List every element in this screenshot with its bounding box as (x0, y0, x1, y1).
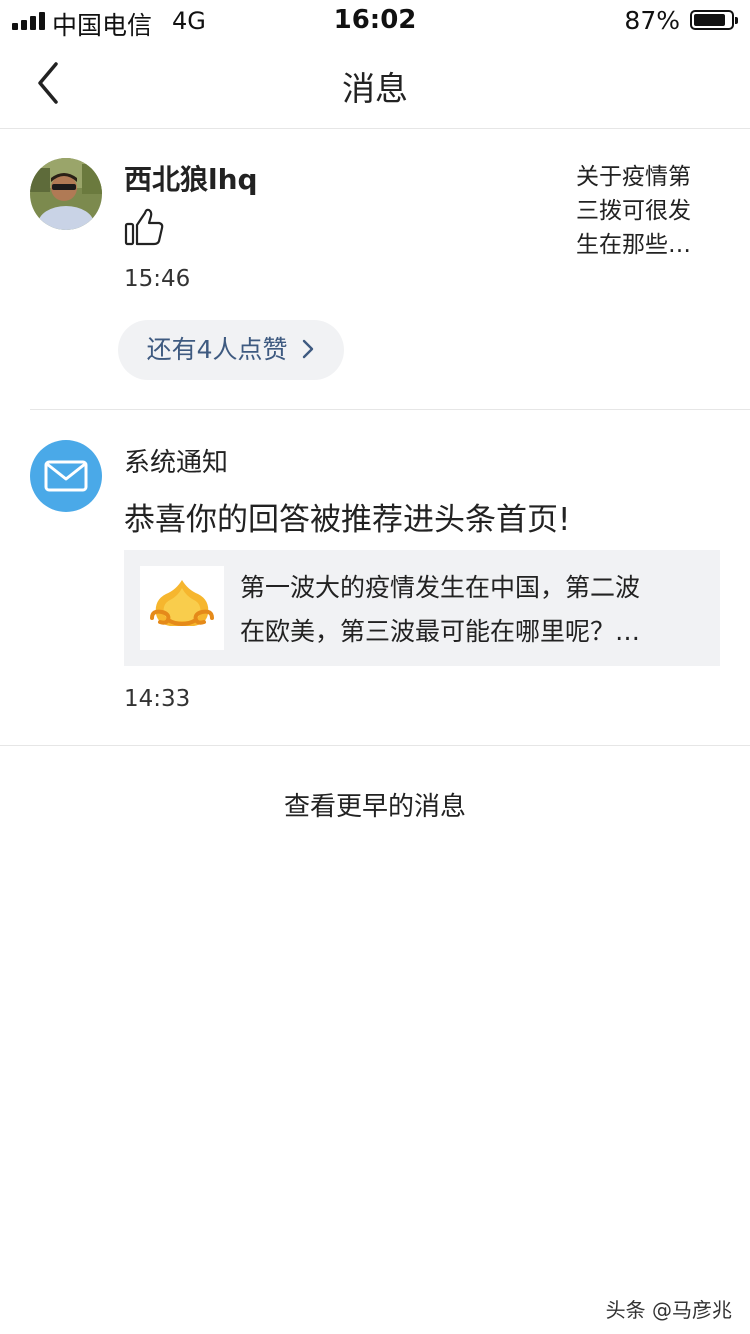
preview-line: 生在那些… (576, 232, 691, 258)
divider (0, 745, 750, 746)
system-notice-timestamp: 14:33 (124, 686, 191, 712)
avatar-photo (30, 158, 102, 230)
nav-bar: 消息 (0, 40, 750, 129)
preview-line: 关于疫情第 (576, 164, 691, 190)
user-name[interactable]: 西北狼lhq (124, 158, 258, 198)
divider (30, 409, 750, 410)
article-summary: 第一波大的疫情发生在中国，第二波 在欧美，第三波最可能在哪里呢？… (240, 566, 710, 654)
content-preview[interactable]: 关于疫情第 三拨可很发 生在那些… (576, 160, 710, 262)
system-notice-title: 系统通知 (124, 448, 229, 478)
status-bar: 中国电信 4G 16:02 87% (0, 0, 750, 40)
article-line: 第一波大的疫情发生在中国，第二波 (240, 573, 641, 602)
watermark: 头条 @马彦兆 (605, 1298, 732, 1322)
article-card[interactable]: 第一波大的疫情发生在中国，第二波 在欧美，第三波最可能在哪里呢？… (124, 550, 720, 666)
more-likes-label: 还有4人点赞 (146, 335, 288, 364)
mail-icon (30, 440, 102, 512)
like-timestamp: 15:46 (124, 266, 191, 292)
toutiao-logo-icon (140, 566, 224, 650)
system-notice-message: 恭喜你的回答被推荐进头条首页! (124, 502, 571, 538)
more-likes-button[interactable]: 还有4人点赞 (118, 320, 344, 380)
preview-line: 三拨可很发 (576, 198, 691, 224)
battery-icon (690, 10, 738, 30)
view-earlier-messages-button[interactable]: 查看更早的消息 (0, 786, 750, 823)
page-title: 消息 (342, 69, 408, 108)
avatar[interactable] (30, 158, 102, 230)
article-line: 在欧美，第三波最可能在哪里呢？… (240, 617, 641, 646)
chevron-right-icon (303, 339, 314, 359)
thumbs-up-icon (124, 206, 166, 248)
battery-percent: 87% (624, 6, 680, 35)
